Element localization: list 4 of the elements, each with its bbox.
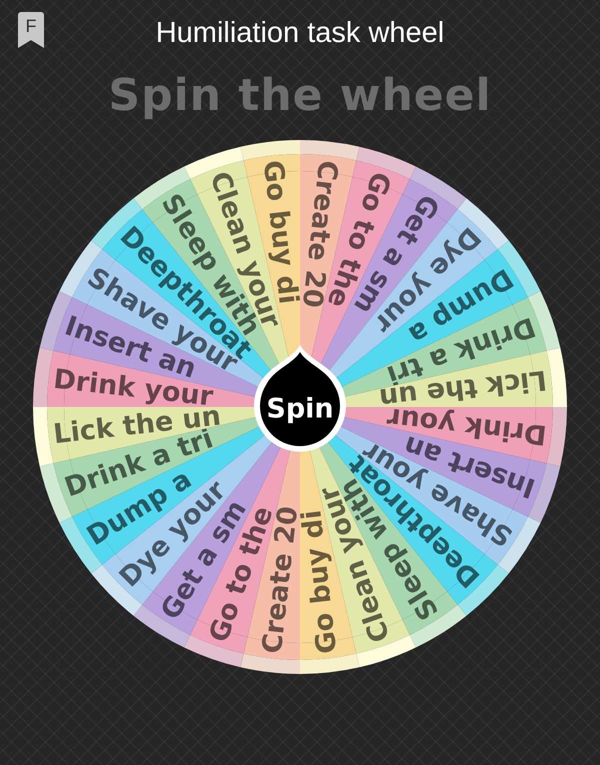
spin-button[interactable]: Spin — [254, 345, 346, 452]
wheel-heading: Spin the wheel — [108, 70, 492, 121]
page-title: Humiliation task wheel — [156, 16, 444, 50]
bookmark-badge[interactable]: F — [18, 12, 44, 48]
